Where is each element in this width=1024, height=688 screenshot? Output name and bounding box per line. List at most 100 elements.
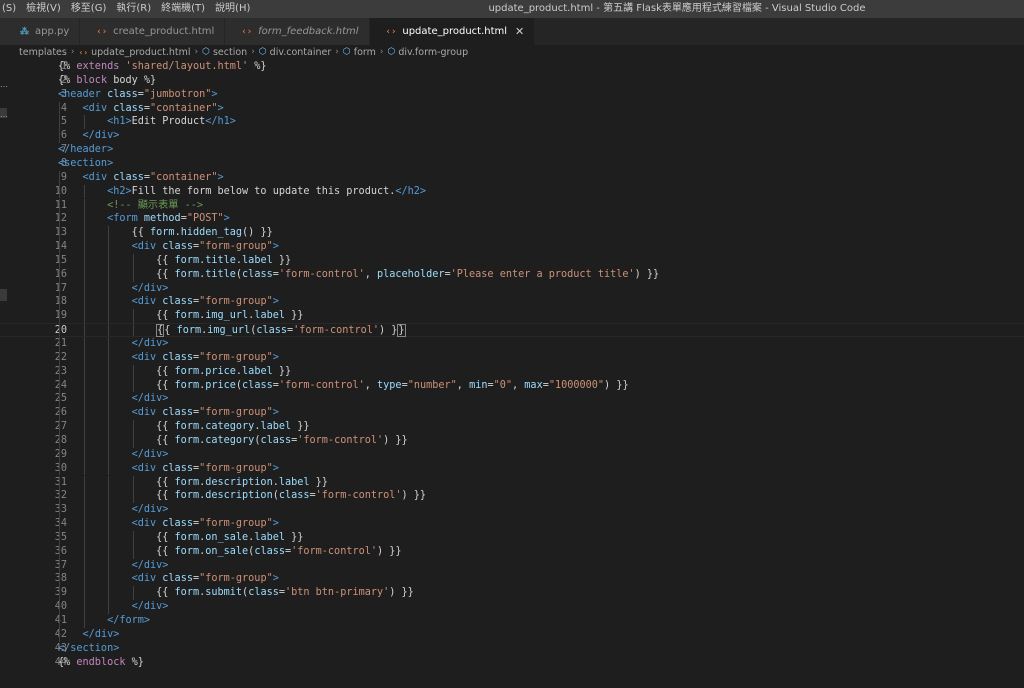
code-line[interactable]: 17 </div> — [0, 281, 1024, 296]
code-line[interactable]: 7 </header> — [0, 143, 1024, 157]
code-line[interactable]: 34 <div class="form-group"> — [0, 517, 1024, 531]
code-token: ) }} — [634, 268, 660, 280]
code-line[interactable]: 6 </div> — [0, 129, 1024, 144]
code-token: "form-group" — [199, 296, 273, 308]
code-line[interactable]: 12 <form method="POST"> — [0, 212, 1024, 227]
code-line[interactable]: 16 {{ form.title(class='form-control', p… — [0, 267, 1024, 282]
code-line[interactable]: 29 </div> — [0, 447, 1024, 462]
code-line[interactable]: 24 {{ form.price(class='form-control', t… — [0, 378, 1024, 393]
tab-update_product-html[interactable]: ‹› update_product.html ✕ — [369, 18, 536, 45]
code-line[interactable]: 32 {{ form.description(class='form-contr… — [0, 489, 1024, 504]
tab-app-py[interactable]: ⁂ app.py — [0, 18, 81, 45]
breadcrumb-item-1[interactable]: ‹› update_product.html — [78, 47, 190, 58]
code-line[interactable]: 38 <div class="form-group"> — [0, 572, 1024, 587]
code-token: {{ — [156, 268, 175, 280]
code-line[interactable]: 25 </div> — [0, 392, 1024, 407]
code-line[interactable]: 43 </section> — [0, 642, 1024, 656]
code-token: <div — [131, 296, 157, 308]
code-token: class — [156, 518, 193, 530]
code-line[interactable]: 39 {{ form.submit(class='btn btn-primary… — [0, 586, 1024, 601]
code-line[interactable]: 3 <header class="jumbotron"> — [0, 88, 1024, 102]
code-token: 'form-control' — [293, 325, 380, 337]
breadcrumb-item-4[interactable]: ⬡ form — [343, 47, 376, 58]
breadcrumb-item-3[interactable]: ⬡ div.container — [259, 47, 331, 58]
tab-create_product-html[interactable]: ‹› create_product.html — [80, 18, 226, 45]
code-line[interactable]: 18 <div class="form-group"> — [0, 295, 1024, 310]
menu-item-4[interactable]: 終端機(T) — [156, 0, 210, 18]
code-line[interactable]: 13 {{ form.hidden_tag() }} — [0, 226, 1024, 241]
code-line[interactable]: 23 {{ form.price.label }} — [0, 364, 1024, 379]
code-line[interactable]: 8 <section> — [0, 157, 1024, 171]
code-token: "0" — [493, 379, 513, 391]
code-token: "form-group" — [199, 573, 273, 585]
code-line[interactable]: 5 <h1>Edit Product</h1> — [0, 115, 1024, 130]
code-token: 'form-control' — [278, 379, 365, 391]
code-line[interactable]: 27 {{ form.category.label }} — [0, 420, 1024, 434]
breadcrumb-item-2[interactable]: ⬡ section — [202, 47, 247, 58]
code-token: > — [272, 462, 279, 474]
code-line[interactable]: 20 {{ form.img_url(class='form-control')… — [0, 323, 1024, 338]
chevron-right-icon: › — [194, 47, 199, 57]
code-line[interactable]: 41 </form> — [0, 614, 1024, 628]
code-line[interactable]: 26 <div class="form-group"> — [0, 406, 1024, 421]
code-token: ) }} — [604, 379, 629, 391]
code-token: ) }} — [401, 490, 427, 502]
code-token: }} — [309, 476, 328, 488]
code-line[interactable]: 19 {{ form.img_url.label }} — [0, 309, 1024, 324]
code-line[interactable]: 37 </div> — [0, 558, 1024, 573]
menu-item-2[interactable]: 移至(G) — [66, 0, 112, 18]
code-line[interactable]: 2 {% block body %} — [0, 74, 1024, 88]
code-line[interactable]: 10 <h2>Fill the form below to update thi… — [0, 184, 1024, 199]
code-token: class — [156, 462, 193, 474]
code-line[interactable]: 33 </div> — [0, 503, 1024, 518]
code-line[interactable]: 40 </div> — [0, 600, 1024, 614]
code-text: <div class="form-group"> — [58, 240, 279, 254]
code-line[interactable]: 9 <div class="container"> — [0, 170, 1024, 185]
code-line[interactable]: 21 </div> — [0, 337, 1024, 351]
code-token: ) }} — [383, 434, 408, 446]
code-token: </div> — [82, 628, 120, 640]
code-token: ) } — [379, 325, 398, 337]
code-token: category — [205, 421, 255, 433]
code-text: <h1>Edit Product</h1> — [58, 115, 236, 129]
code-line[interactable]: 30 <div class="form-group"> — [0, 461, 1024, 476]
code-line[interactable]: 31 {{ form.description.label }} — [0, 475, 1024, 490]
code-line[interactable]: 14 <div class="form-group"> — [0, 240, 1024, 254]
code-text: {{ form.submit(class='btn btn-primary') … — [58, 586, 414, 600]
code-token: form — [174, 476, 200, 488]
menu-item-1[interactable]: 檢視(V) — [21, 0, 66, 18]
code-line[interactable]: 42 </div> — [0, 627, 1024, 642]
code-line[interactable]: 44 {% endblock %} — [0, 656, 1024, 670]
menu-item-3[interactable]: 執行(R) — [111, 0, 156, 18]
code-token: </div> — [131, 448, 169, 460]
code-line[interactable]: 36 {{ form.on_sale(class='form-control')… — [0, 544, 1024, 559]
code-text: {{ form.price(class='form-control', type… — [58, 379, 629, 393]
breadcrumb-item-5[interactable]: ⬡ div.form-group — [388, 47, 469, 58]
code-line[interactable]: 15 {{ form.title.label }} — [0, 253, 1024, 268]
code-token: class — [156, 296, 193, 308]
code-token: on_sale — [205, 531, 249, 543]
code-line[interactable]: 28 {{ form.category(class='form-control'… — [0, 433, 1024, 448]
code-line[interactable]: 4 <div class="container"> — [0, 101, 1024, 116]
code-token: form — [174, 379, 200, 391]
tab-form_feedback-html[interactable]: ‹› form_feedback.html — [225, 18, 370, 45]
code-line[interactable]: 1 {% extends 'shared/layout.html' %} — [0, 60, 1024, 74]
close-icon[interactable]: ✕ — [515, 25, 524, 38]
menu-item-5[interactable]: 說明(H) — [210, 0, 255, 18]
breadcrumb-label: templates — [19, 46, 67, 58]
code-line[interactable]: 22 <div class="form-group"> — [0, 350, 1024, 365]
code-token: form — [150, 227, 175, 239]
chevron-right-icon: › — [70, 47, 75, 57]
code-text: </section> — [58, 642, 119, 656]
code-editor[interactable]: … … 1 {% extends 'shared/layout.html' %} 2… — [0, 59, 1024, 688]
code-line[interactable]: 11 <!-- 顯示表單 --> — [0, 198, 1024, 213]
menu-item-0[interactable]: (S) — [0, 0, 21, 18]
code-token: <div — [82, 102, 108, 114]
breadcrumb-item-0[interactable]: templates — [19, 47, 67, 58]
code-line[interactable]: 35 {{ form.on_sale.label }} — [0, 530, 1024, 545]
